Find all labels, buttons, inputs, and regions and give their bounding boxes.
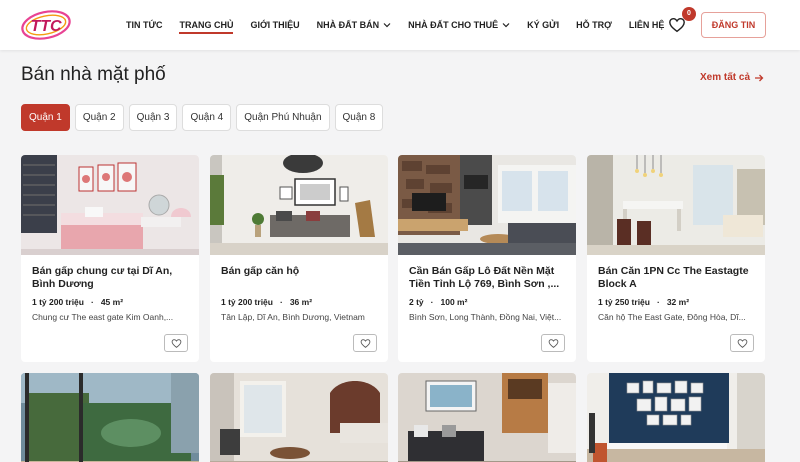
- nav-item-nha-dat-ban[interactable]: NHÀ ĐẤT BÁN: [317, 0, 392, 50]
- site-header: TTC TIN TỨC TRANG CHỦ GIỚI THIỆU NHÀ ĐẤT…: [0, 0, 800, 50]
- listing-meta: 1 tỷ 200 triệu · 36 m²: [221, 297, 312, 307]
- tab-quan-1[interactable]: Quận 1: [21, 104, 70, 131]
- listing-photo: [398, 155, 576, 255]
- district-tabs: Quận 1 Quận 2 Quận 3 Quận 4 Quận Phú Nhu…: [21, 104, 388, 131]
- save-favorite-button[interactable]: [730, 334, 754, 352]
- listing-photo: [587, 373, 765, 462]
- ttc-logo[interactable]: TTC: [20, 8, 72, 42]
- post-listing-button[interactable]: ĐĂNG TIN: [701, 12, 766, 38]
- listing-card[interactable]: [21, 373, 199, 462]
- heart-icon: [737, 338, 747, 348]
- listing-price: 1 tỷ 250 triệu: [598, 297, 650, 307]
- listing-area: 32 m²: [666, 297, 690, 307]
- nav-item-trang-chu[interactable]: TRANG CHỦ: [179, 0, 234, 50]
- nav-item-nha-dat-cho-thue[interactable]: NHÀ ĐẤT CHO THUÊ: [408, 0, 510, 50]
- listing-photo: [21, 155, 199, 255]
- separator-dot: ·: [279, 297, 283, 307]
- tab-quan-4[interactable]: Quận 4: [182, 104, 232, 131]
- heart-icon: [360, 338, 370, 348]
- see-all-link[interactable]: Xem tất cả: [700, 72, 764, 83]
- listing-photo: [210, 373, 388, 462]
- nav-item-tin-tuc[interactable]: TIN TỨC: [126, 0, 162, 50]
- chevron-down-icon: [383, 23, 391, 28]
- tab-quan-2[interactable]: Quận 2: [74, 104, 124, 131]
- arrow-right-icon: [755, 74, 764, 81]
- tab-quan-8[interactable]: Quận 8: [334, 104, 384, 131]
- listing-meta: 1 tỷ 200 triệu · 45 m²: [32, 297, 123, 307]
- listing-address: Chung cư The east gate Kim Oanh,...: [32, 312, 174, 322]
- listing-title[interactable]: Bán gấp căn hộ: [221, 265, 381, 293]
- listing-title[interactable]: Bán gấp chung cư tại Dĩ An, Bình Dương: [32, 265, 192, 293]
- listing-photo: [398, 373, 576, 462]
- listing-card[interactable]: [398, 373, 576, 462]
- listing-photo: [587, 155, 765, 255]
- listing-card[interactable]: [587, 373, 765, 462]
- listing-area: 36 m²: [289, 297, 313, 307]
- listing-price: 1 tỷ 200 triệu: [221, 297, 273, 307]
- listing-card[interactable]: Bán gấp căn hộ 1 tỷ 200 triệu · 36 m² Tâ…: [210, 155, 388, 362]
- nav-item-ho-tro[interactable]: HỖ TRỢ: [576, 0, 612, 50]
- save-favorite-button[interactable]: [353, 334, 377, 352]
- listing-photo: [210, 155, 388, 255]
- listing-area: 45 m²: [100, 297, 124, 307]
- listing-address: Căn hộ The East Gate, Đông Hòa, Dĩ...: [598, 312, 746, 322]
- favorites-count-badge: 0: [682, 7, 696, 21]
- listing-title[interactable]: Cần Bán Gấp Lô Đất Nền Mặt Tiền Tỉnh Lộ …: [409, 265, 569, 293]
- listing-card[interactable]: [210, 373, 388, 462]
- listing-card[interactable]: Bán Căn 1PN Cc The Eastagte Block A 1 tỷ…: [587, 155, 765, 362]
- heart-icon: [548, 338, 558, 348]
- save-favorite-button[interactable]: [541, 334, 565, 352]
- tab-quan-3[interactable]: Quận 3: [128, 104, 178, 131]
- listing-address: Bình Sơn, Long Thành, Đồng Nai, Việt...: [409, 312, 562, 322]
- main-nav: TIN TỨC TRANG CHỦ GIỚI THIỆU NHÀ ĐẤT BÁN…: [126, 0, 681, 50]
- listing-price: 2 tỷ: [409, 297, 424, 307]
- svg-text:TTC: TTC: [30, 18, 62, 35]
- chevron-down-icon: [502, 23, 510, 28]
- nav-item-ky-gui[interactable]: KÝ GỬI: [527, 0, 559, 50]
- nav-item-gioi-thieu[interactable]: GIỚI THIỆU: [250, 0, 299, 50]
- separator-dot: ·: [90, 297, 94, 307]
- listing-photo: [21, 373, 199, 462]
- listing-card[interactable]: Bán gấp chung cư tại Dĩ An, Bình Dương 1…: [21, 155, 199, 362]
- save-favorite-button[interactable]: [164, 334, 188, 352]
- listing-card[interactable]: Cần Bán Gấp Lô Đất Nền Mặt Tiền Tỉnh Lộ …: [398, 155, 576, 362]
- separator-dot: ·: [430, 297, 434, 307]
- listing-meta: 2 tỷ · 100 m²: [409, 297, 467, 307]
- listing-price: 1 tỷ 200 triệu: [32, 297, 84, 307]
- separator-dot: ·: [656, 297, 660, 307]
- heart-icon: [171, 338, 181, 348]
- listing-title[interactable]: Bán Căn 1PN Cc The Eastagte Block A: [598, 265, 758, 293]
- listing-area: 100 m²: [440, 297, 468, 307]
- nav-item-lien-he[interactable]: LIÊN HỆ: [629, 0, 665, 50]
- listing-address: Tân Lập, Dĩ An, Bình Dương, Vietnam: [221, 312, 365, 322]
- tab-quan-phu-nhuan[interactable]: Quận Phú Nhuận: [236, 104, 330, 131]
- listing-meta: 1 tỷ 250 triệu · 32 m²: [598, 297, 689, 307]
- section-title: Bán nhà mặt phố: [21, 64, 166, 85]
